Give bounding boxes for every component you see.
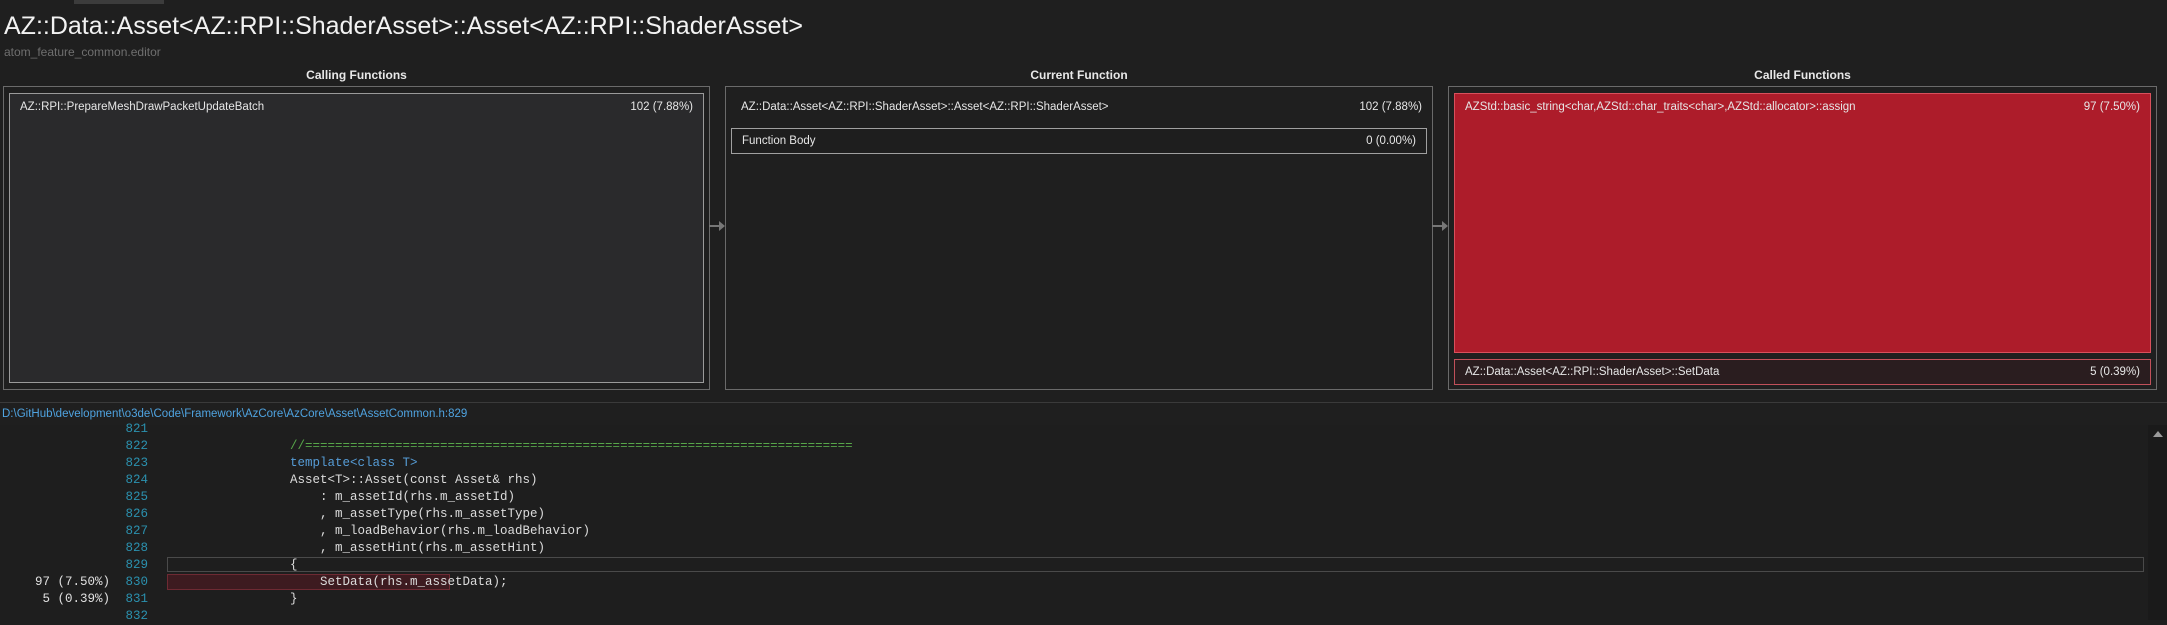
current-function-value: 102 (7.88%): [1359, 101, 1422, 113]
line-number: 828: [125, 541, 148, 555]
callee-item[interactable]: AZ::Data::Asset<AZ::RPI::ShaderAsset>::S…: [1454, 359, 2151, 385]
line-sample-count: 97 (7.50%): [34, 575, 110, 589]
source-file-path[interactable]: D:\GitHub\development\o3de\Code\Framewor…: [2, 408, 467, 420]
line-number: 829: [125, 558, 148, 572]
line-number: 827: [125, 524, 148, 538]
current-line-highlight: [167, 557, 2144, 572]
function-body-value: 0 (0.00%): [1366, 135, 1416, 147]
code-line[interactable]: 822 //==================================…: [0, 438, 2148, 455]
page-title: AZ::Data::Asset<AZ::RPI::ShaderAsset>::A…: [4, 12, 803, 40]
code-text: {: [230, 558, 298, 572]
code-line[interactable]: 828 , m_assetHint(rhs.m_assetHint): [0, 540, 2148, 557]
function-body-item[interactable]: Function Body 0 (0.00%): [731, 128, 1427, 154]
line-number: 822: [125, 439, 148, 453]
code-text: }: [230, 592, 298, 606]
current-function-name: AZ::Data::Asset<AZ::RPI::ShaderAsset>::A…: [741, 101, 1109, 113]
function-body-label: Function Body: [742, 135, 816, 147]
line-number: 825: [125, 490, 148, 504]
code-text: template<class T>: [230, 456, 418, 470]
caller-value: 102 (7.88%): [630, 101, 693, 113]
code-text: , m_loadBehavior(rhs.m_loadBehavior): [230, 524, 591, 538]
code-line[interactable]: 826 , m_assetType(rhs.m_assetType): [0, 506, 2148, 523]
callee-name: AZ::Data::Asset<AZ::RPI::ShaderAsset>::S…: [1465, 366, 1720, 378]
callee-value: 5 (0.39%): [2090, 366, 2140, 378]
line-number: 830: [125, 575, 148, 589]
vertical-scrollbar[interactable]: [2148, 425, 2167, 620]
code-text: Asset<T>::Asset(const Asset& rhs): [230, 473, 538, 487]
code-text: , m_assetType(rhs.m_assetType): [230, 507, 546, 521]
calling-functions-heading: Calling Functions: [306, 68, 407, 82]
line-number: 826: [125, 507, 148, 521]
code-line[interactable]: 824 Asset<T>::Asset(const Asset& rhs): [0, 472, 2148, 489]
module-name: atom_feature_common.editor: [4, 45, 161, 59]
called-functions-panel: AZStd::basic_string<char,AZStd::char_tra…: [1448, 86, 2157, 390]
code-line[interactable]: 821: [0, 421, 2148, 438]
source-code-view[interactable]: 821 822 //===============================…: [0, 422, 2148, 623]
called-functions-heading: Called Functions: [1754, 68, 1851, 82]
callee-value: 97 (7.50%): [2083, 101, 2140, 113]
code-line[interactable]: 829 {: [0, 557, 2148, 574]
code-text: //======================================…: [230, 439, 853, 453]
callee-name: AZStd::basic_string<char,AZStd::char_tra…: [1465, 101, 1856, 113]
section-divider: [0, 402, 2167, 403]
code-text: , m_assetHint(rhs.m_assetHint): [230, 541, 546, 555]
caller-item[interactable]: AZ::RPI::PrepareMeshDrawPacketUpdateBatc…: [9, 93, 704, 383]
line-sample-count: 5 (0.39%): [42, 592, 110, 606]
code-line[interactable]: 827 , m_loadBehavior(rhs.m_loadBehavior): [0, 523, 2148, 540]
code-text: SetData(rhs.m_assetData);: [230, 575, 508, 589]
line-number: 831: [125, 592, 148, 606]
code-line[interactable]: 823 template<class T>: [0, 455, 2148, 472]
code-line[interactable]: 832: [0, 608, 2148, 625]
current-function-panel: AZ::Data::Asset<AZ::RPI::ShaderAsset>::A…: [725, 86, 1433, 390]
code-line[interactable]: 97 (7.50%) 830 SetData(rhs.m_assetData);: [0, 574, 2148, 591]
line-number: 832: [125, 609, 148, 623]
line-number: 821: [125, 422, 148, 436]
tab-strip: [74, 0, 164, 4]
current-function-heading: Current Function: [1030, 68, 1128, 82]
code-text: : m_assetId(rhs.m_assetId): [230, 490, 516, 504]
scroll-up-icon[interactable]: [2153, 430, 2163, 437]
line-number: 823: [125, 456, 148, 470]
code-line[interactable]: 825 : m_assetId(rhs.m_assetId): [0, 489, 2148, 506]
calling-functions-panel: AZ::RPI::PrepareMeshDrawPacketUpdateBatc…: [3, 86, 710, 390]
code-line[interactable]: 5 (0.39%) 831 }: [0, 591, 2148, 608]
line-number: 824: [125, 473, 148, 487]
caller-name: AZ::RPI::PrepareMeshDrawPacketUpdateBatc…: [20, 101, 265, 113]
callee-item[interactable]: AZStd::basic_string<char,AZStd::char_tra…: [1454, 93, 2151, 353]
current-function-row[interactable]: AZ::Data::Asset<AZ::RPI::ShaderAsset>::A…: [726, 87, 1432, 115]
